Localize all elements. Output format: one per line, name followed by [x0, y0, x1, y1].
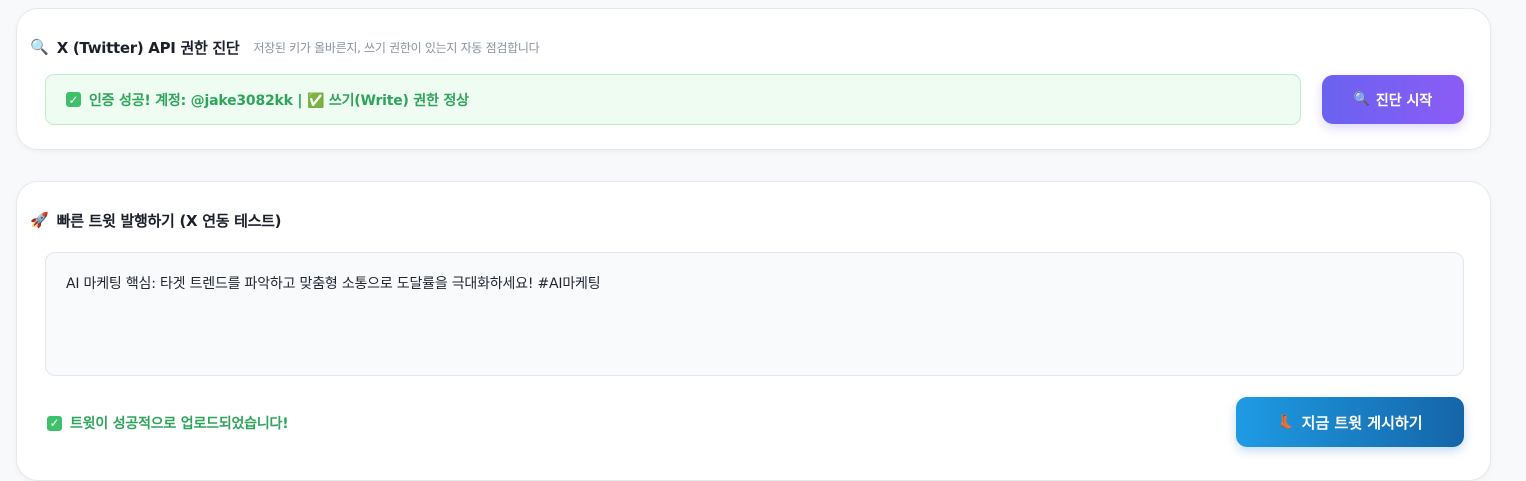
boot-icon: 👢	[1277, 414, 1294, 430]
post-tweet-label: 지금 트윗 게시하기	[1301, 413, 1423, 432]
magnifier-icon: 🔍	[30, 38, 49, 56]
check-icon: ✓	[47, 415, 62, 431]
diagnostics-title: X (Twitter) API 권한 진단	[56, 39, 240, 57]
auth-status-banner: ✓ 인증 성공! 계정: @jake3082kk | ✅ 쓰기(Write) 권…	[45, 74, 1301, 125]
diagnostics-subtitle: 저장된 키가 올바른지, 쓰기 권한이 있는지 자동 점검합니다	[253, 41, 540, 55]
post-tweet-button[interactable]: 👢 지금 트윗 게시하기	[1236, 397, 1464, 447]
tweet-text-input[interactable]: AI 마케팅 핵심: 타겟 트렌드를 파악하고 맞춤형 소통으로 도달률을 극대…	[45, 252, 1464, 376]
check-icon: ✓	[66, 92, 81, 107]
magnifier-icon: 🔍	[1353, 92, 1370, 107]
start-diagnosis-button[interactable]: 🔍 진단 시작	[1322, 75, 1464, 124]
quick-tweet-header: 🚀 빠른 트윗 발행하기 (X 연동 테스트)	[30, 210, 281, 231]
upload-result-text: 트윗이 성공적으로 업로드되었습니다!	[70, 416, 289, 432]
quick-tweet-title: 빠른 트윗 발행하기 (X 연동 테스트)	[56, 212, 282, 230]
rocket-icon: 🚀	[30, 211, 49, 229]
auth-status-text: 인증 성공! 계정: @jake3082kk | ✅ 쓰기(Write) 권한 …	[89, 92, 469, 109]
diagnostics-header: 🔍 X (Twitter) API 권한 진단 저장된 키가 올바른지, 쓰기 …	[30, 37, 540, 58]
upload-result: ✓ 트윗이 성공적으로 업로드되었습니다!	[47, 413, 289, 433]
start-diagnosis-label: 진단 시작	[1375, 92, 1433, 109]
